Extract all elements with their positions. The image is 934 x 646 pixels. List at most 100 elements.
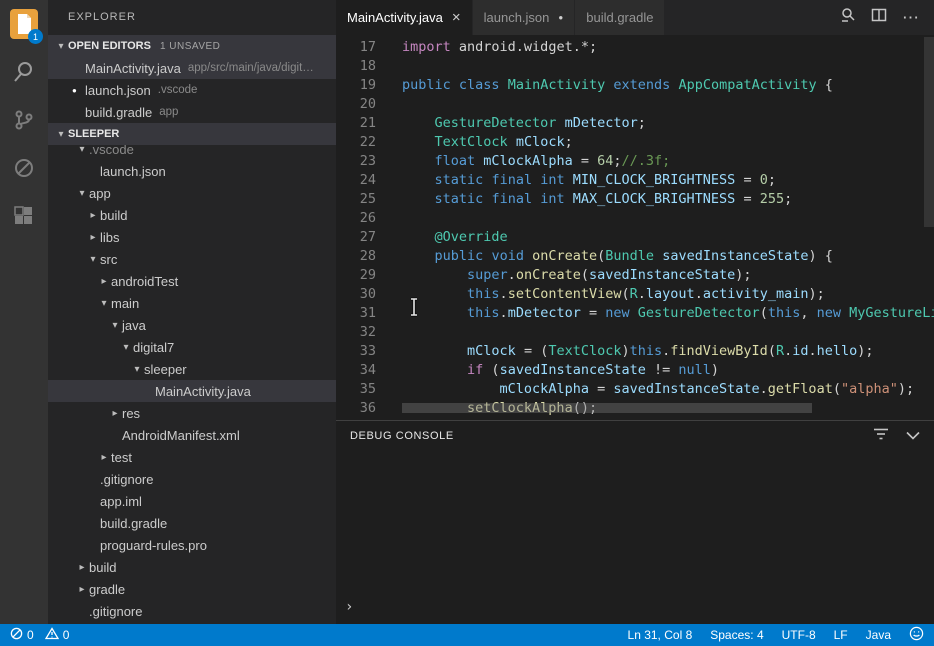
tree-item-gradle[interactable]: ▸gradle	[48, 578, 336, 600]
language-mode[interactable]: Java	[866, 628, 891, 642]
tree-item-build[interactable]: ▸build	[48, 556, 336, 578]
code-line-27[interactable]: 27 @Override	[336, 228, 934, 247]
code-line-21[interactable]: 21 GestureDetector mDetector;	[336, 114, 934, 133]
open-editors-header[interactable]: ▾ OPEN EDITORS 1 UNSAVED	[48, 35, 336, 57]
chevron-down-icon[interactable]	[906, 427, 920, 445]
chevron-right-icon[interactable]: ▸	[86, 210, 100, 221]
code-line-35[interactable]: 35 mClockAlpha = savedInstanceState.getF…	[336, 380, 934, 399]
split-editor-icon[interactable]	[871, 7, 887, 28]
code-line-22[interactable]: 22 TextClock mClock;	[336, 133, 934, 152]
code-line-31[interactable]: 31 this.mDetector = new GestureDetector(…	[336, 304, 934, 323]
tree-item-androidTest[interactable]: ▸androidTest	[48, 270, 336, 292]
chevron-right-icon[interactable]: ▸	[75, 562, 89, 573]
panel-tab-debug-console[interactable]: DEBUG CONSOLE	[350, 430, 454, 442]
chevron-right-icon[interactable]: ▸	[86, 232, 100, 243]
tree-item-build[interactable]: ▸build	[48, 204, 336, 226]
line-number[interactable]: 34	[336, 361, 376, 380]
activity-item-search[interactable]	[0, 48, 48, 96]
tree-item-app[interactable]: ▾app	[48, 182, 336, 204]
repl-prompt[interactable]: ›	[345, 599, 353, 615]
line-number[interactable]: 19	[336, 76, 376, 95]
tree-item-libs[interactable]: ▸libs	[48, 226, 336, 248]
line-number[interactable]: 17	[336, 38, 376, 57]
feedback-smiley-icon[interactable]	[909, 626, 924, 644]
tree-item-build.gradle[interactable]: build.gradle	[48, 512, 336, 534]
tree-item-main[interactable]: ▾main	[48, 292, 336, 314]
line-number[interactable]: 28	[336, 247, 376, 266]
chevron-down-icon[interactable]: ▾	[97, 298, 111, 309]
indentation[interactable]: Spaces: 4	[710, 628, 763, 642]
tree-item-.gitignore[interactable]: .gitignore	[48, 600, 336, 622]
code-line-28[interactable]: 28 public void onCreate(Bundle savedInst…	[336, 247, 934, 266]
chevron-right-icon[interactable]: ▸	[97, 452, 111, 463]
chevron-down-icon[interactable]: ▾	[75, 144, 89, 155]
chevron-down-icon[interactable]: ▾	[75, 188, 89, 199]
code-line-26[interactable]: 26	[336, 209, 934, 228]
activity-item-debug[interactable]	[0, 144, 48, 192]
chevron-down-icon[interactable]: ▾	[130, 364, 144, 375]
line-number[interactable]: 35	[336, 380, 376, 399]
tree-item-sleeper[interactable]: ▾sleeper	[48, 358, 336, 380]
folder-section-header[interactable]: ▾ SLEEPER	[48, 123, 336, 145]
activity-item-extensions[interactable]	[0, 192, 48, 240]
tree-item-MainActivity.java[interactable]: MainActivity.java	[48, 380, 336, 402]
line-number[interactable]: 31	[336, 304, 376, 323]
line-number[interactable]: 33	[336, 342, 376, 361]
line-number[interactable]: 32	[336, 323, 376, 342]
filter-icon[interactable]	[873, 427, 889, 446]
tree-item-.gitignore[interactable]: .gitignore	[48, 468, 336, 490]
more-actions-icon[interactable]: ⋯	[902, 9, 920, 26]
tree-item-app.iml[interactable]: app.iml	[48, 490, 336, 512]
code-line-30[interactable]: 30 this.setContentView(R.layout.activity…	[336, 285, 934, 304]
code-line-29[interactable]: 29 super.onCreate(savedInstanceState);	[336, 266, 934, 285]
line-number[interactable]: 23	[336, 152, 376, 171]
tab-build.gradle[interactable]: build.gradle	[575, 0, 665, 35]
chevron-down-icon[interactable]: ▾	[86, 254, 100, 265]
line-number[interactable]: 26	[336, 209, 376, 228]
tree-item-java[interactable]: ▾java	[48, 314, 336, 336]
line-number[interactable]: 30	[336, 285, 376, 304]
line-number[interactable]: 24	[336, 171, 376, 190]
debug-console-output[interactable]: ›	[336, 451, 934, 624]
activity-item-explorer[interactable]: 1	[0, 0, 48, 48]
tab-MainActivity.java[interactable]: MainActivity.java×	[336, 0, 473, 35]
open-editor-item[interactable]: MainActivity.javaapp/src/main/java/digit…	[48, 57, 336, 79]
tree-item-launch.json[interactable]: launch.json	[48, 160, 336, 182]
activity-item-source-control[interactable]	[0, 96, 48, 144]
close-icon[interactable]: ×	[452, 10, 461, 25]
line-number[interactable]: 27	[336, 228, 376, 247]
tree-item-digital7[interactable]: ▾digital7	[48, 336, 336, 358]
eol-sequence[interactable]: LF	[834, 628, 848, 642]
tree-item-test[interactable]: ▸test	[48, 446, 336, 468]
line-number[interactable]: 21	[336, 114, 376, 133]
chevron-right-icon[interactable]: ▸	[108, 408, 122, 419]
line-number[interactable]: 20	[336, 95, 376, 114]
line-number[interactable]: 36	[336, 399, 376, 418]
code-editor[interactable]: 17import android.widget.*;1819public cla…	[336, 35, 934, 420]
line-number[interactable]: 18	[336, 57, 376, 76]
tree-item-proguard-rules.pro[interactable]: proguard-rules.pro	[48, 534, 336, 556]
code-line-19[interactable]: 19public class MainActivity extends AppC…	[336, 76, 934, 95]
horizontal-scrollbar[interactable]	[402, 403, 812, 413]
code-line-23[interactable]: 23 float mClockAlpha = 64;//.3f;	[336, 152, 934, 171]
open-editor-item[interactable]: ●launch.json.vscode	[48, 79, 336, 101]
code-line-18[interactable]: 18	[336, 57, 934, 76]
tree-item-src[interactable]: ▾src	[48, 248, 336, 270]
encoding[interactable]: UTF-8	[782, 628, 816, 642]
code-line-33[interactable]: 33 mClock = (TextClock)this.findViewById…	[336, 342, 934, 361]
tree-item-AndroidManifest.xml[interactable]: AndroidManifest.xml	[48, 424, 336, 446]
chevron-right-icon[interactable]: ▸	[97, 276, 111, 287]
code-line-20[interactable]: 20	[336, 95, 934, 114]
tab-launch.json[interactable]: launch.json●	[473, 0, 576, 35]
code-line-24[interactable]: 24 static final int MIN_CLOCK_BRIGHTNESS…	[336, 171, 934, 190]
problems-status[interactable]: 0 0	[10, 627, 76, 643]
chevron-down-icon[interactable]: ▾	[108, 320, 122, 331]
vertical-scrollbar[interactable]	[924, 37, 934, 227]
open-preview-icon[interactable]	[840, 7, 856, 28]
line-number[interactable]: 25	[336, 190, 376, 209]
tree-item-res[interactable]: ▸res	[48, 402, 336, 424]
code-line-17[interactable]: 17import android.widget.*;	[336, 38, 934, 57]
code-line-25[interactable]: 25 static final int MAX_CLOCK_BRIGHTNESS…	[336, 190, 934, 209]
chevron-down-icon[interactable]: ▾	[119, 342, 133, 353]
cursor-position[interactable]: Ln 31, Col 8	[628, 628, 693, 642]
